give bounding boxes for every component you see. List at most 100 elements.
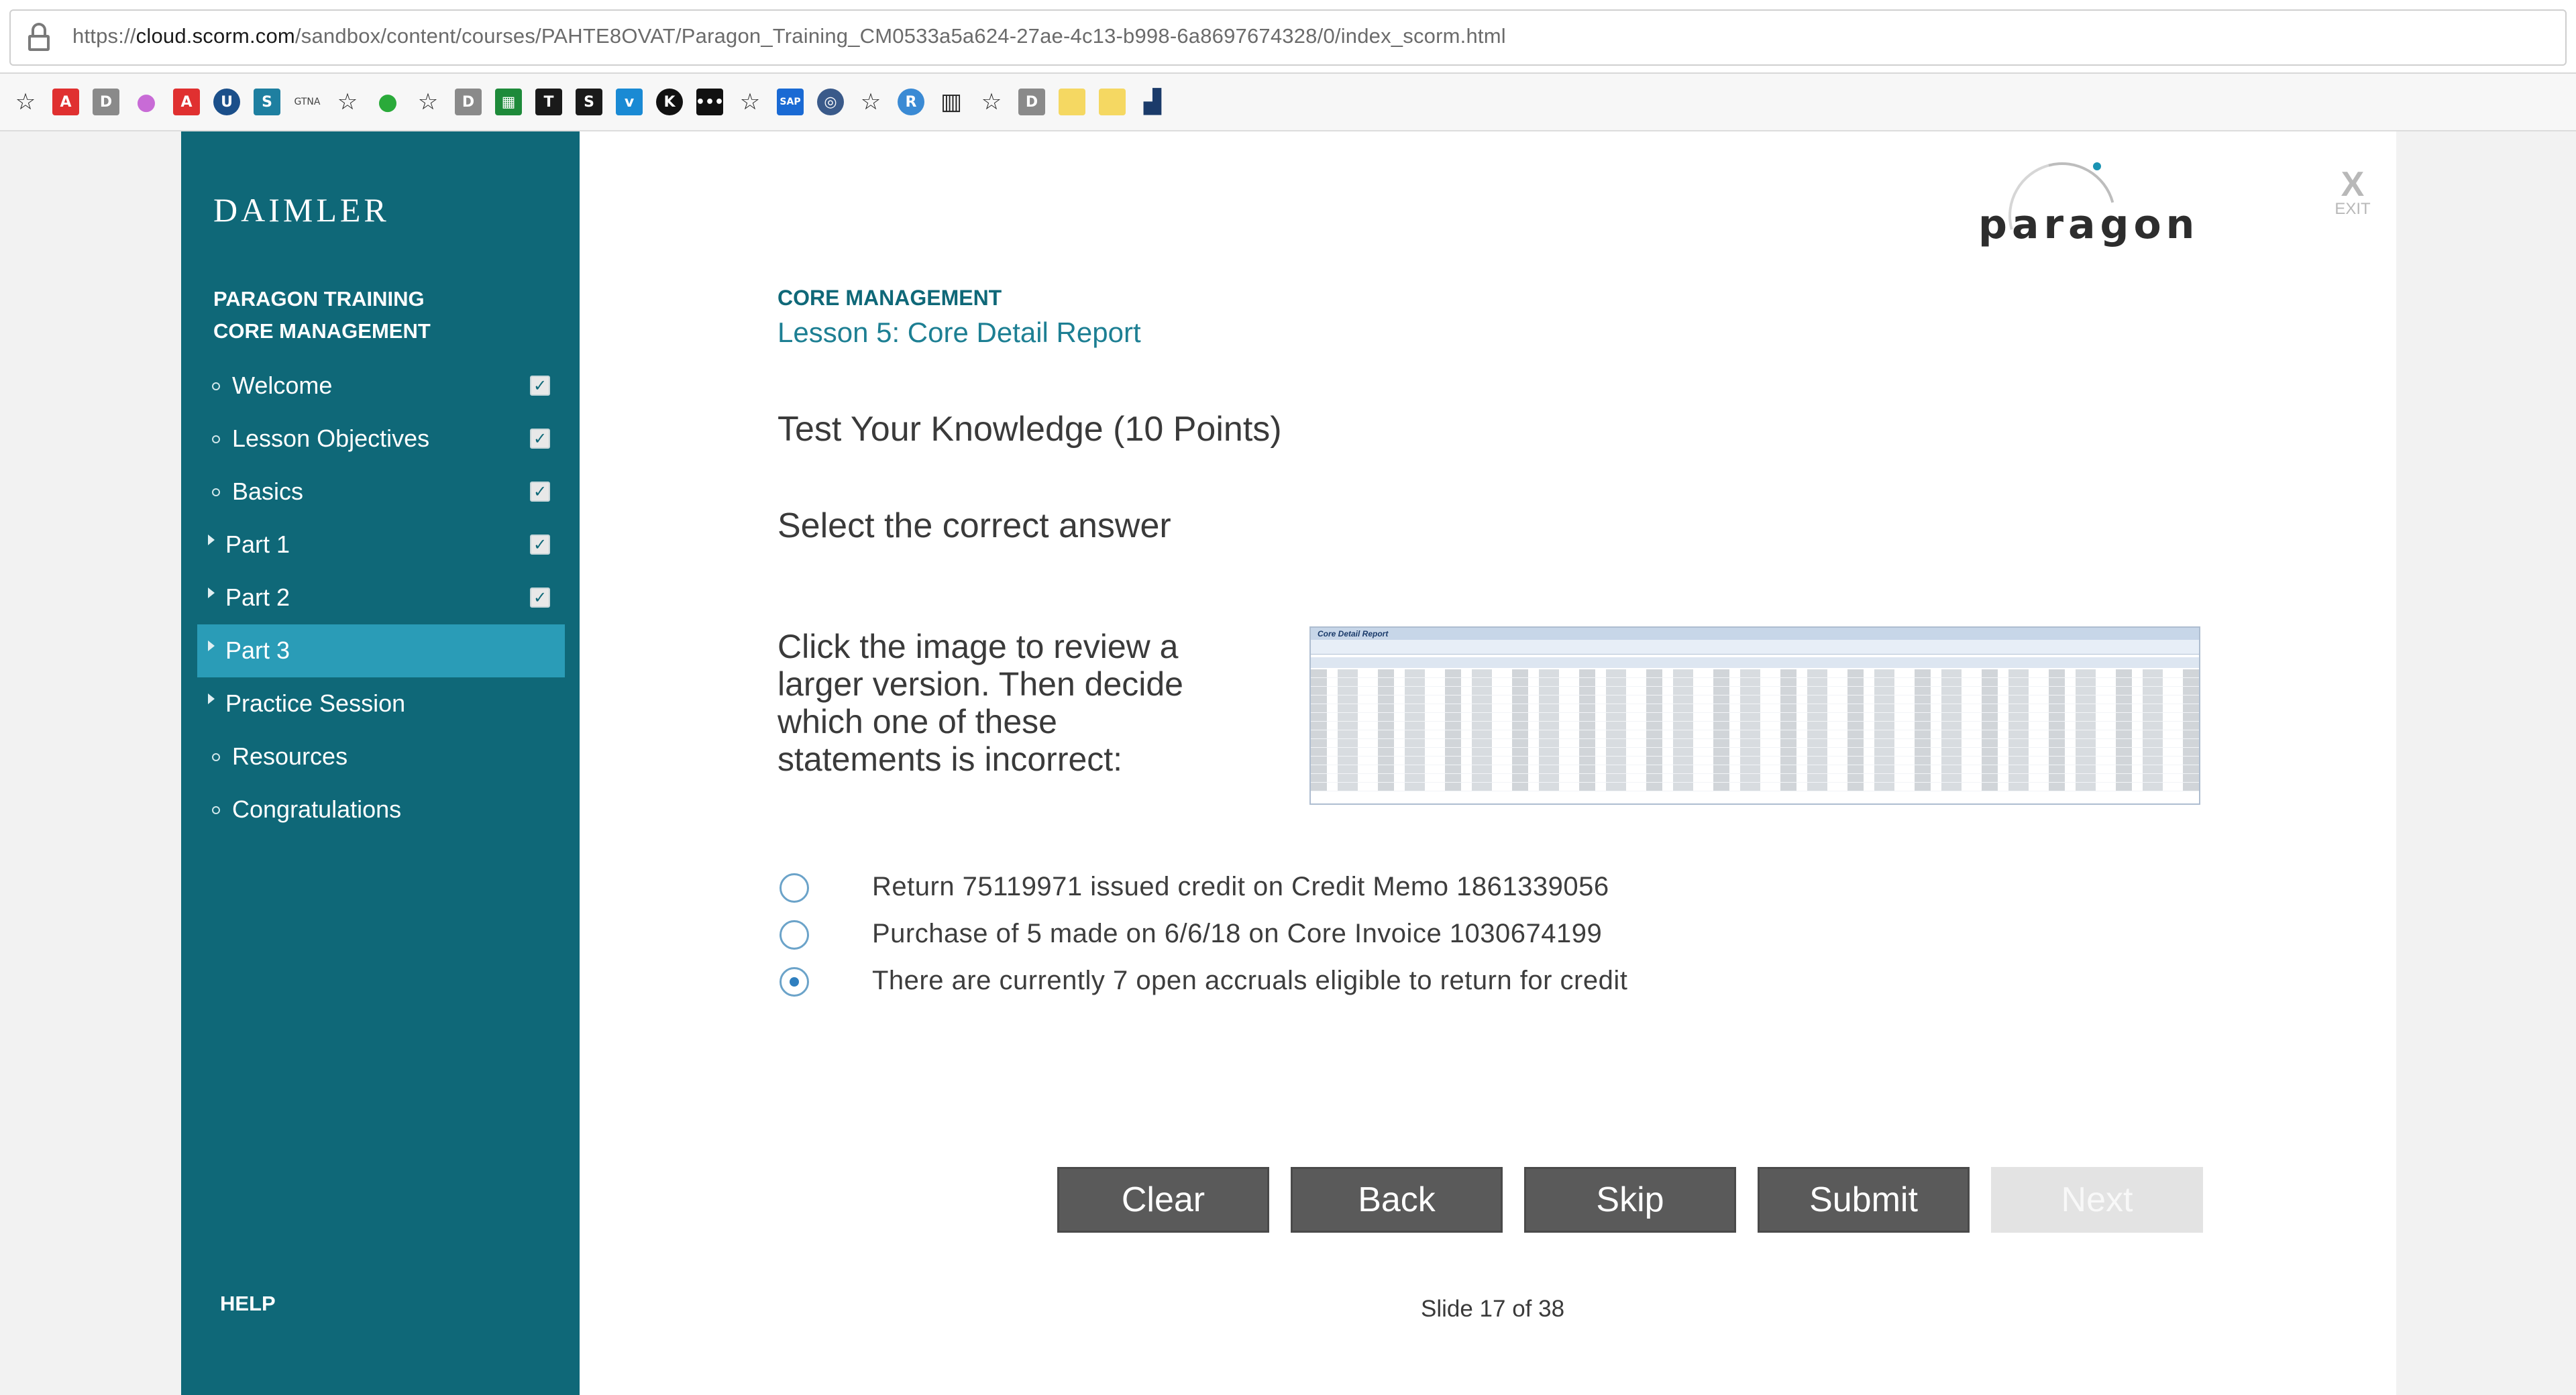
course-title-line1: PARAGON TRAINING	[213, 287, 425, 311]
bookmark-sap-icon[interactable]: SAP	[777, 89, 804, 115]
bookmark-document-icon[interactable]: D	[455, 89, 482, 115]
answer-option-label: Return 75119971 issued credit on Credit …	[872, 872, 1609, 901]
question-prompt: Click the image to review a larger versi…	[777, 628, 1183, 778]
answer-option-label: There are currently 7 open accruals elig…	[872, 966, 1628, 995]
expand-arrow-icon[interactable]	[208, 640, 215, 651]
nav-item-label: Congratulations	[232, 795, 402, 823]
nav-item-label: Part 1	[225, 531, 290, 558]
answer-option-label: Purchase of 5 made on 6/6/18 on Core Inv…	[872, 919, 1603, 948]
bookmark-tt-icon[interactable]: T	[535, 89, 562, 115]
url-text[interactable]: https://cloud.scorm.com/sandbox/content/…	[72, 24, 1506, 48]
nav-item-label: Resources	[232, 742, 348, 770]
left-gutter	[0, 131, 181, 1395]
bookmark-city-icon[interactable]: ▟	[1139, 89, 1166, 115]
slide-counter: Slide 17 of 38	[1421, 1296, 1565, 1322]
nav-item-practice-session[interactable]: Practice Session	[197, 677, 565, 730]
expand-arrow-icon[interactable]	[208, 588, 215, 598]
thumbnail-title: Core Detail Report	[1311, 628, 2199, 640]
bookmark-folder-icon[interactable]	[1099, 89, 1126, 115]
module-title: CORE MANAGEMENT	[777, 286, 1002, 310]
bookmark-r-icon[interactable]: R	[898, 89, 924, 115]
thumbnail-rows	[1311, 669, 2199, 791]
radio-button[interactable]	[780, 920, 809, 950]
skip-button[interactable]: Skip	[1524, 1167, 1736, 1233]
thumbnail-toolbar	[1311, 640, 2199, 655]
nav-item-label: Lesson Objectives	[232, 425, 430, 452]
submit-button[interactable]: Submit	[1758, 1167, 1970, 1233]
close-icon: X	[2341, 165, 2365, 204]
lock-icon	[28, 23, 50, 51]
bookmark-star-icon[interactable]: ☆	[334, 89, 361, 115]
expand-arrow-icon[interactable]	[208, 693, 215, 704]
expand-arrow-icon[interactable]	[208, 535, 215, 545]
thumbnail-header-row	[1311, 657, 2199, 668]
next-button: Next	[1991, 1167, 2203, 1233]
checkbox-checked-icon: ✓	[530, 376, 550, 396]
bookmark-star-icon[interactable]: ☆	[12, 89, 39, 115]
nav-item-label: Practice Session	[225, 689, 406, 717]
checkbox-checked-icon: ✓	[530, 535, 550, 555]
nav-item-congratulations[interactable]: Congratulations	[197, 783, 565, 836]
browser-address-bar: https://cloud.scorm.com/sandbox/content/…	[0, 0, 2576, 74]
radio-button[interactable]	[780, 873, 809, 903]
bookmark-star-icon[interactable]: ☆	[415, 89, 441, 115]
bookmark-text-icon[interactable]: GTNA	[294, 89, 321, 115]
bookmark-globe-icon[interactable]: ◎	[817, 89, 844, 115]
course-title-line2: CORE MANAGEMENT	[213, 319, 431, 343]
bookmark-sheets-icon[interactable]: ▦	[495, 89, 522, 115]
core-detail-report-thumbnail[interactable]: Core Detail Report	[1309, 626, 2200, 805]
radio-button-selected[interactable]	[780, 967, 809, 997]
paragon-logo-dot	[2093, 162, 2101, 170]
bookmark-v-icon[interactable]: v	[616, 89, 643, 115]
bookmark-k-icon[interactable]: K	[656, 89, 683, 115]
checkbox-checked-icon: ✓	[530, 429, 550, 449]
bookmark-star-icon[interactable]: ☆	[737, 89, 763, 115]
checkbox-checked-icon: ✓	[530, 588, 550, 608]
help-link[interactable]: HELP	[220, 1292, 276, 1316]
exit-label: EXIT	[2334, 200, 2371, 218]
bookmark-s-icon[interactable]: S	[576, 89, 602, 115]
bookmark-globe-icon[interactable]: U	[213, 89, 240, 115]
bookmark-colorwheel-icon[interactable]: ●	[133, 89, 160, 115]
bookmark-green-circle-icon[interactable]: ●	[374, 89, 401, 115]
bookmark-dots-icon[interactable]: •••	[696, 89, 724, 115]
nav-item-lesson-objectives[interactable]: Lesson Objectives ✓	[197, 412, 565, 465]
bookmark-document-icon[interactable]: D	[1018, 89, 1045, 115]
bullet-icon	[212, 435, 220, 443]
nav-item-part-1[interactable]: Part 1 ✓	[197, 518, 565, 571]
checkbox-checked-icon: ✓	[530, 482, 550, 502]
question-instruction: Select the correct answer	[777, 506, 1171, 545]
nav-item-basics[interactable]: Basics ✓	[197, 465, 565, 518]
nav-item-label: Welcome	[232, 372, 333, 399]
nav-item-part-2[interactable]: Part 2 ✓	[197, 571, 565, 624]
bullet-icon	[212, 753, 220, 761]
bullet-icon	[212, 806, 220, 814]
nav-item-label: Part 2	[225, 583, 290, 611]
exit-button[interactable]: X EXIT	[2329, 165, 2376, 219]
nav-item-welcome[interactable]: Welcome ✓	[197, 359, 565, 412]
course-title: PARAGON TRAINING CORE MANAGEMENT	[213, 283, 431, 347]
bookmark-building-icon[interactable]: ▥	[938, 89, 965, 115]
nav-item-part-3[interactable]: Part 3	[197, 624, 565, 677]
bookmark-document-icon[interactable]: D	[93, 89, 119, 115]
bookmark-adobe-icon[interactable]: A	[173, 89, 200, 115]
right-gutter	[2396, 131, 2576, 1395]
bookmark-app-icon[interactable]: S	[254, 89, 280, 115]
bookmarks-bar: ☆ A D ● A U S GTNA ☆ ● ☆ D ▦ T S v K •••…	[0, 74, 2576, 131]
back-button[interactable]: Back	[1291, 1167, 1503, 1233]
clear-button[interactable]: Clear	[1057, 1167, 1269, 1233]
daimler-logo: DAIMLER	[213, 191, 390, 229]
nav-item-label: Basics	[232, 478, 304, 505]
nav-item-label: Part 3	[225, 636, 290, 664]
url-prefix: https://	[72, 24, 136, 48]
bullet-icon	[212, 488, 220, 496]
url-host: cloud.scorm.com	[136, 24, 295, 48]
nav-item-resources[interactable]: Resources	[197, 730, 565, 783]
bookmark-star-icon[interactable]: ☆	[857, 89, 884, 115]
bookmark-adobe-icon[interactable]: A	[52, 89, 79, 115]
bullet-icon	[212, 382, 220, 390]
bookmark-star-icon[interactable]: ☆	[978, 89, 1005, 115]
url-field[interactable]: https://cloud.scorm.com/sandbox/content/…	[9, 9, 2567, 66]
url-path: /sandbox/content/courses/PAHTE8OVAT/Para…	[294, 24, 1506, 48]
bookmark-folder-icon[interactable]	[1059, 89, 1085, 115]
